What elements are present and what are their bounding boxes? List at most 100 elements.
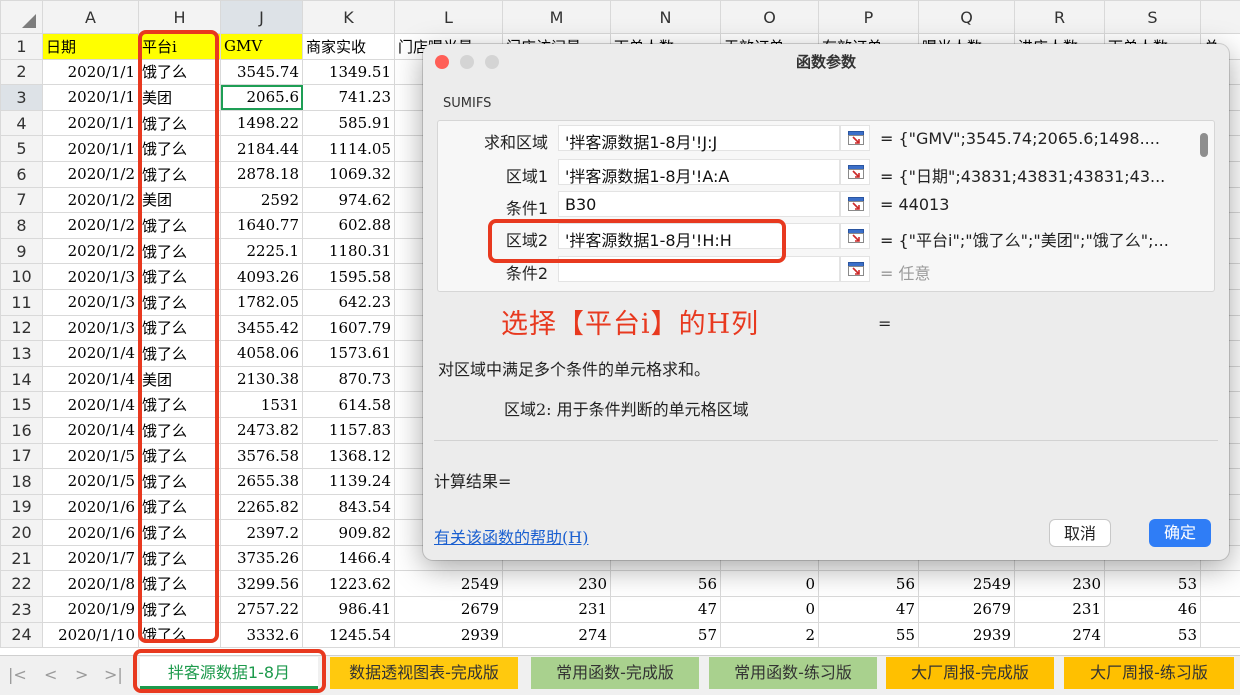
cell[interactable]: 1349.51 <box>302 58 395 86</box>
cell[interactable]: 饿了么 <box>138 391 221 418</box>
range-select-icon[interactable] <box>840 223 870 249</box>
cell[interactable]: 2020/1/1 <box>42 58 139 86</box>
column-header[interactable]: P <box>818 0 919 34</box>
next-sheet-icon[interactable]: > <box>75 665 88 684</box>
cell[interactable]: 2065.6 <box>220 84 303 111</box>
cell[interactable]: 饿了么 <box>138 160 221 188</box>
cell[interactable]: 1607.79 <box>302 314 395 342</box>
cell[interactable]: 230 <box>502 570 611 598</box>
row-number[interactable]: 12 <box>0 314 43 342</box>
cell[interactable]: 2020/1/10 <box>42 621 139 649</box>
cell[interactable]: 642.23 <box>302 288 395 316</box>
cell[interactable]: 1069.32 <box>302 160 395 188</box>
cell[interactable]: 美团 <box>138 84 221 111</box>
row-number[interactable]: 23 <box>0 596 43 623</box>
cell[interactable]: 2 <box>720 621 819 649</box>
cancel-button[interactable]: 取消 <box>1049 519 1111 547</box>
cell[interactable]: 2020/1/2 <box>42 160 139 188</box>
cell[interactable]: 饿了么 <box>138 109 221 137</box>
cell[interactable]: 饿了么 <box>138 596 221 623</box>
row-number[interactable]: 5 <box>0 135 43 162</box>
cell[interactable]: 1466.4 <box>302 544 395 572</box>
cell[interactable]: 2020/1/3 <box>42 263 139 290</box>
cell[interactable]: 843.54 <box>302 493 395 521</box>
cell[interactable]: 2020/1/3 <box>42 314 139 342</box>
cell[interactable]: 2549 <box>394 570 503 598</box>
row-number[interactable]: 16 <box>0 416 43 444</box>
cell[interactable]: 57 <box>610 621 721 649</box>
cell[interactable]: 53 <box>1104 570 1201 598</box>
cell[interactable]: 2020/1/4 <box>42 416 139 444</box>
row-number[interactable]: 4 <box>0 109 43 137</box>
cell[interactable]: 974.62 <box>302 186 395 214</box>
cell[interactable]: 1114.05 <box>302 135 395 162</box>
sheet-tab[interactable]: 数据透视图表-完成版 <box>330 657 518 689</box>
row-number[interactable]: 19 <box>0 493 43 521</box>
cell[interactable]: 986.41 <box>302 596 395 623</box>
cell[interactable]: 4093.26 <box>220 263 303 290</box>
row-number[interactable]: 7 <box>0 186 43 214</box>
column-header[interactable]: M <box>502 0 611 34</box>
cell[interactable]: 饿了么 <box>138 570 221 598</box>
cell[interactable]: 909.82 <box>302 519 395 546</box>
cell[interactable]: 2020/1/2 <box>42 237 139 265</box>
cell[interactable]: 0 <box>720 570 819 598</box>
cell[interactable]: 274 <box>502 621 611 649</box>
column-header[interactable]: N <box>610 0 721 34</box>
cell[interactable]: 饿了么 <box>138 340 221 367</box>
first-sheet-icon[interactable]: |< <box>8 665 27 684</box>
cell[interactable]: 1139.24 <box>302 468 395 495</box>
cell[interactable]: 231 <box>502 596 611 623</box>
cell[interactable]: 870.73 <box>302 365 395 393</box>
sheet-tab[interactable]: 常用函数-完成版 <box>531 657 699 689</box>
cell[interactable]: 饿了么 <box>138 135 221 162</box>
cell[interactable]: 1573.61 <box>302 340 395 367</box>
row-number[interactable]: 18 <box>0 468 43 495</box>
cell[interactable]: 2020/1/7 <box>42 544 139 572</box>
cell[interactable]: 3735.26 <box>220 544 303 572</box>
row-number[interactable]: 22 <box>0 570 43 598</box>
cell[interactable]: 2020/1/1 <box>42 135 139 162</box>
select-all-corner[interactable] <box>0 0 43 34</box>
row-number[interactable]: 17 <box>0 442 43 470</box>
cell[interactable]: 1368.12 <box>302 442 395 470</box>
row-number[interactable]: 8 <box>0 212 43 239</box>
column-header[interactable]: H <box>138 0 221 34</box>
cell[interactable]: 2020/1/8 <box>42 570 139 598</box>
column-header[interactable]: K <box>302 0 395 34</box>
row-number[interactable]: 13 <box>0 340 43 367</box>
cell[interactable]: 1531 <box>220 391 303 418</box>
cell[interactable]: GMV <box>220 33 303 60</box>
cell[interactable]: 47 <box>610 596 721 623</box>
cell[interactable]: 2020/1/9 <box>42 596 139 623</box>
ok-button[interactable]: 确定 <box>1149 519 1211 547</box>
range-select-icon[interactable] <box>840 256 870 282</box>
row-number[interactable]: 11 <box>0 288 43 316</box>
cell[interactable]: 585.91 <box>302 109 395 137</box>
row-number[interactable]: 14 <box>0 365 43 393</box>
column-header[interactable]: J <box>220 0 303 34</box>
cell[interactable]: 0 <box>720 596 819 623</box>
row-number[interactable]: 1 <box>0 33 43 60</box>
cell[interactable]: 1782.05 <box>220 288 303 316</box>
cell[interactable]: 1498.22 <box>220 109 303 137</box>
cell[interactable]: 2473.82 <box>220 416 303 444</box>
cell[interactable]: 美团 <box>138 365 221 393</box>
row-number[interactable]: 24 <box>0 621 43 649</box>
cell[interactable]: 602.88 <box>302 212 395 239</box>
cell[interactable]: 47 <box>818 596 919 623</box>
column-header[interactable]: L <box>394 0 503 34</box>
cell[interactable] <box>1200 621 1240 649</box>
sheet-tab[interactable]: 大厂周报-完成版 <box>886 657 1054 689</box>
cell[interactable]: 2679 <box>394 596 503 623</box>
cell[interactable]: 2020/1/4 <box>42 340 139 367</box>
cell[interactable]: 2020/1/2 <box>42 186 139 214</box>
cell[interactable]: 2020/1/4 <box>42 365 139 393</box>
cell[interactable]: 饿了么 <box>138 621 221 649</box>
cell[interactable] <box>1200 596 1240 623</box>
cell[interactable]: 2020/1/2 <box>42 212 139 239</box>
cell[interactable]: 2225.1 <box>220 237 303 265</box>
cell[interactable]: 2679 <box>918 596 1015 623</box>
cell[interactable]: 平台i <box>138 33 221 60</box>
cell[interactable]: 231 <box>1014 596 1105 623</box>
